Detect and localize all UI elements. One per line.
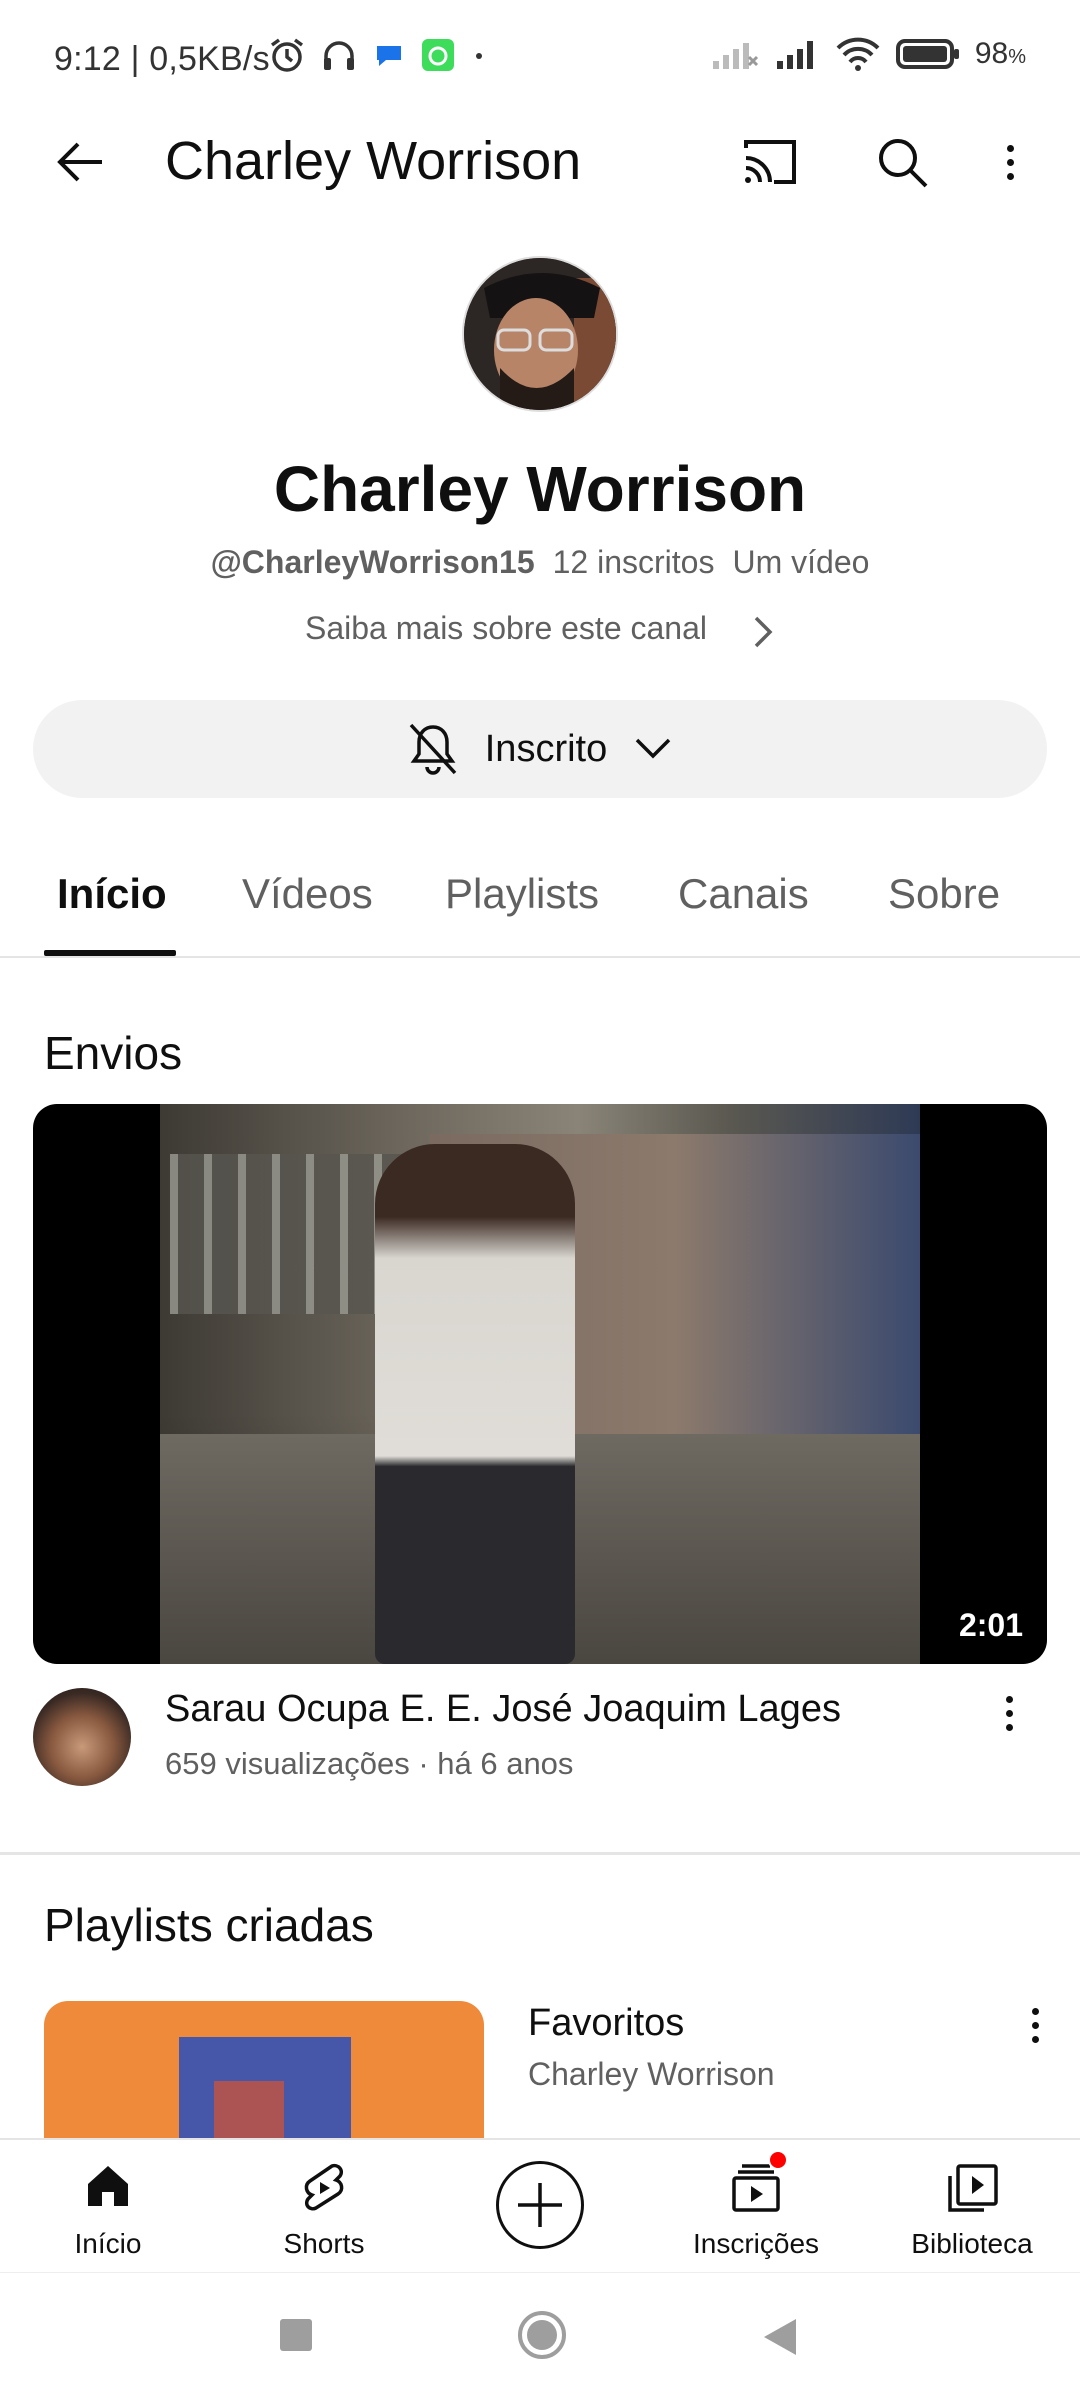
system-navigation-bar bbox=[0, 2272, 1080, 2400]
shorts-icon bbox=[298, 2160, 350, 2216]
tab-videos[interactable]: Vídeos bbox=[242, 870, 373, 918]
circle-icon bbox=[518, 2311, 566, 2359]
video-frame-image bbox=[160, 1104, 920, 1664]
home-icon bbox=[82, 2160, 134, 2212]
chevron-down-icon bbox=[635, 738, 671, 759]
video-thumbnail[interactable]: 2:01 bbox=[33, 1104, 1047, 1664]
playlist-more-icon[interactable] bbox=[1032, 2008, 1039, 2043]
uploads-section-title: Envios bbox=[44, 1027, 183, 1079]
channel-tabs: Início Vídeos Playlists Canais Sobre bbox=[0, 840, 1080, 958]
cast-icon bbox=[744, 140, 796, 184]
subscribed-label: Inscrito bbox=[484, 727, 608, 770]
channel-avatar[interactable] bbox=[462, 256, 618, 412]
tab-playlists[interactable]: Playlists bbox=[445, 870, 599, 918]
battery-icon bbox=[895, 37, 961, 71]
nav-home-label: Início bbox=[74, 2228, 142, 2259]
video-channel-avatar[interactable] bbox=[33, 1688, 131, 1786]
playlists-section-title: Playlists criadas bbox=[44, 1899, 374, 1951]
status-icons-right: 98% bbox=[711, 36, 1026, 72]
channel-name: Charley Worrison bbox=[273, 453, 807, 525]
channel-meta: @CharleyWorrison15 12 inscritos Um vídeo bbox=[0, 544, 1080, 581]
nav-library[interactable]: Biblioteca bbox=[872, 2140, 1072, 2272]
alarm-icon bbox=[268, 36, 306, 74]
cast-button[interactable] bbox=[730, 122, 810, 202]
nav-home[interactable]: Início bbox=[8, 2140, 208, 2272]
video-more-icon[interactable] bbox=[1006, 1696, 1013, 1731]
nav-subscriptions[interactable]: Inscrições bbox=[656, 2140, 856, 2272]
headphones-icon bbox=[320, 36, 358, 74]
triangle-back-icon bbox=[764, 2319, 796, 2355]
subscribed-button[interactable]: Inscrito bbox=[33, 700, 1047, 798]
home-system-button[interactable] bbox=[516, 2309, 568, 2361]
back-system-button[interactable] bbox=[762, 2317, 798, 2357]
tab-canais[interactable]: Canais bbox=[678, 870, 809, 918]
more-about-channel-link[interactable]: Saiba mais sobre este canal bbox=[305, 610, 707, 647]
signal-icon bbox=[711, 37, 759, 71]
playlist-owner: Charley Worrison bbox=[528, 2056, 775, 2092]
library-icon bbox=[944, 2160, 1000, 2216]
subscriber-count: 12 inscritos bbox=[552, 544, 715, 580]
more-vert-icon bbox=[1006, 144, 1014, 180]
back-arrow-icon bbox=[57, 142, 102, 182]
status-icons-left bbox=[268, 36, 488, 74]
video-title[interactable]: Sarau Ocupa E. E. José Joaquim Lages bbox=[165, 1688, 841, 1731]
nav-shorts-label: Shorts bbox=[283, 2228, 365, 2259]
notification-dot bbox=[768, 2150, 788, 2170]
nav-shorts[interactable]: Shorts bbox=[224, 2140, 424, 2272]
chat-icon bbox=[372, 38, 406, 72]
app-icon bbox=[420, 37, 456, 73]
video-duration: 2:01 bbox=[958, 1607, 1023, 1643]
app-bar-title: Charley Worrison bbox=[165, 131, 582, 191]
create-button[interactable] bbox=[496, 2161, 584, 2249]
section-divider bbox=[0, 1852, 1080, 1855]
search-icon bbox=[879, 139, 928, 188]
status-time: 9:12 | 0,5KB/s bbox=[54, 40, 270, 78]
recent-apps-button[interactable] bbox=[278, 2317, 314, 2353]
wifi-icon bbox=[835, 36, 881, 72]
active-tab-indicator bbox=[44, 950, 176, 956]
chevron-right-icon[interactable] bbox=[748, 612, 778, 652]
video-meta: 659 visualizações · há 6 anos bbox=[165, 1746, 574, 1781]
search-button[interactable] bbox=[862, 122, 942, 202]
signal-icon bbox=[773, 37, 821, 71]
square-icon bbox=[280, 2319, 312, 2351]
nav-subscriptions-label: Inscrições bbox=[692, 2228, 820, 2259]
avatar-image bbox=[464, 258, 616, 410]
dot-icon bbox=[470, 36, 488, 74]
video-count: Um vídeo bbox=[732, 544, 870, 580]
tab-inicio[interactable]: Início bbox=[57, 870, 167, 918]
back-button[interactable] bbox=[40, 122, 120, 202]
battery-percent: 98% bbox=[974, 37, 1026, 70]
nav-library-label: Biblioteca bbox=[911, 2228, 1033, 2259]
bell-off-icon bbox=[409, 723, 457, 775]
playlist-thumbnail[interactable] bbox=[44, 2001, 484, 2141]
plus-icon bbox=[518, 2183, 562, 2227]
status-bar: 9:12 | 0,5KB/s 98% bbox=[0, 0, 1080, 118]
channel-handle: @CharleyWorrison15 bbox=[210, 544, 535, 580]
tab-sobre[interactable]: Sobre bbox=[888, 870, 1000, 918]
playlist-title[interactable]: Favoritos bbox=[528, 2002, 684, 2045]
more-options-button[interactable] bbox=[980, 122, 1040, 202]
